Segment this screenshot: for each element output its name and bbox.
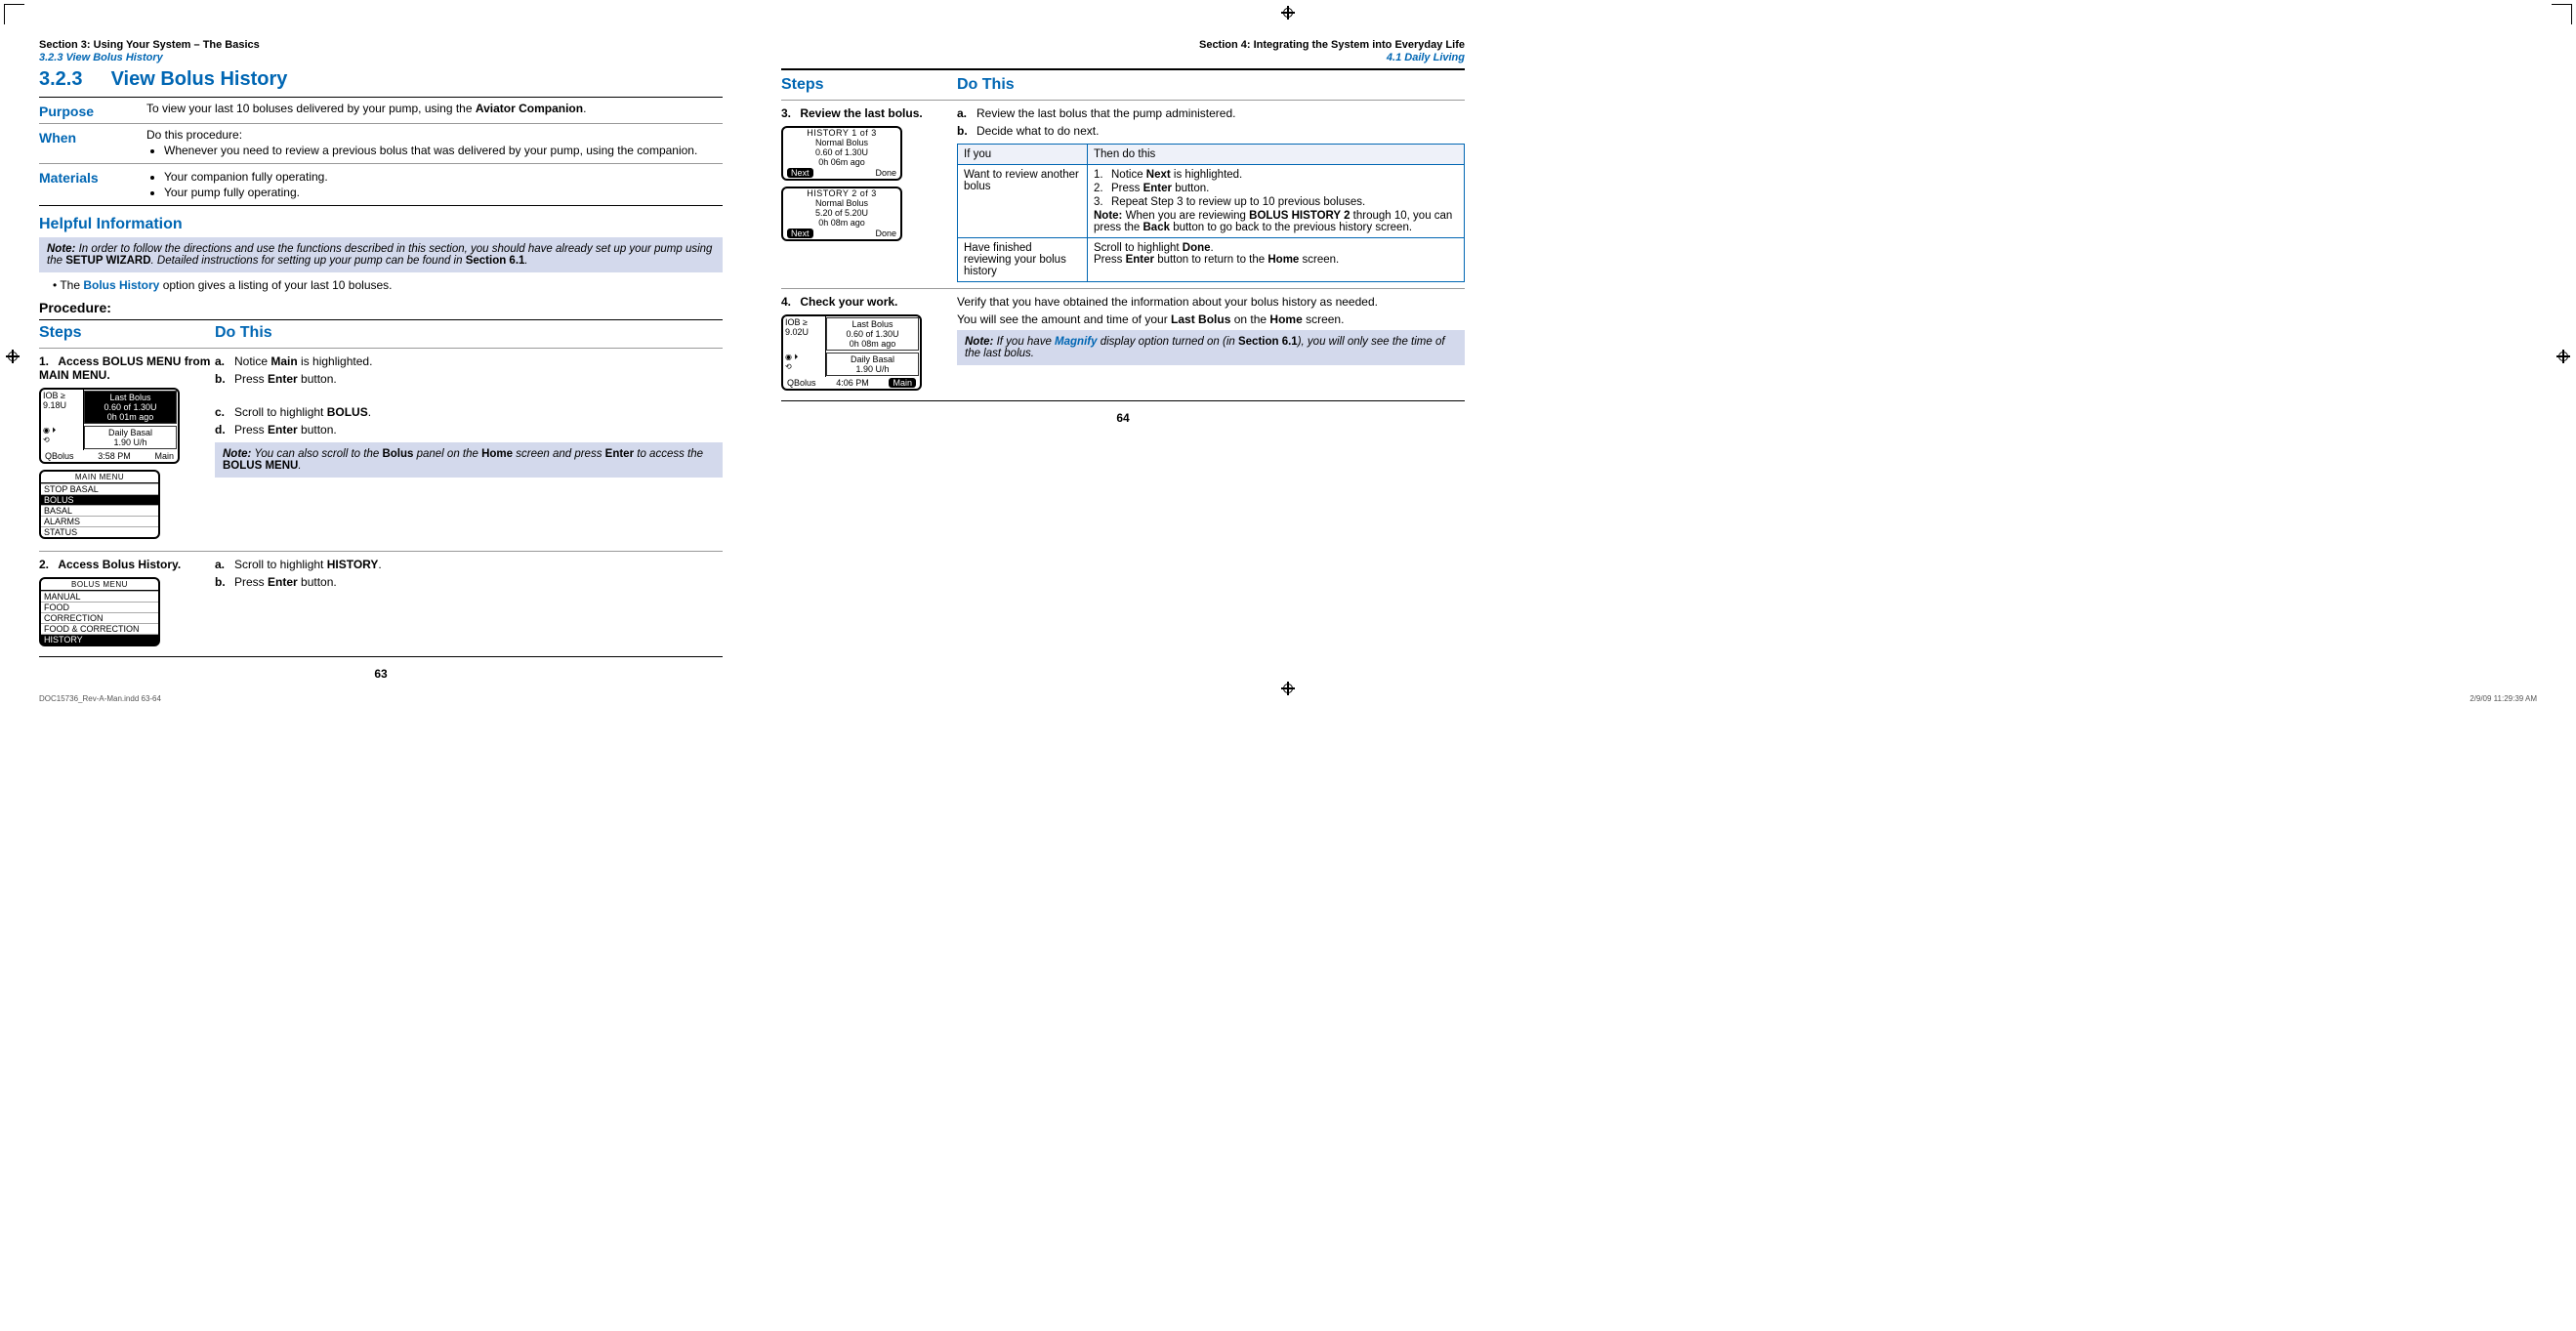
crop-mark-tr xyxy=(2552,4,2572,24)
section-number: 3.2.3 xyxy=(39,68,105,91)
step-1-title: Access BOLUS MENU from MAIN MENU. xyxy=(39,354,210,382)
history-2-screen-mock: HISTORY 2 of 3 Normal Bolus 5.20 of 5.20… xyxy=(781,187,902,241)
decision-table: If you Then do this Want to review anoth… xyxy=(957,144,1465,282)
footer-file: DOC15736_Rev-A-Man.indd 63-64 xyxy=(39,694,161,703)
decision-r2-c2: Scroll to highlight Done. Press Enter bu… xyxy=(1088,238,1465,282)
registration-mark-left xyxy=(6,350,20,363)
purpose-label: Purpose xyxy=(39,102,146,119)
setup-wizard-note: Note: In order to follow the directions … xyxy=(39,237,723,272)
home-screen-mock: IOB ≥ 9.18U Last Bolus 0.60 of 1.30U 0h … xyxy=(39,388,180,464)
decision-th-ifyou: If you xyxy=(958,145,1088,165)
registration-mark-bottom xyxy=(1281,682,1295,695)
home-screen-mock-2: IOB ≥ 9.02U Last Bolus 0.60 of 1.30U 0h … xyxy=(781,314,922,391)
page-number-left: 63 xyxy=(39,667,723,681)
decision-r1-c2: 1.Notice Next is highlighted. 2.Press En… xyxy=(1088,165,1465,238)
bolus-menu-screen-mock: BOLUS MENU MANUALFOODCORRECTIONFOOD & CO… xyxy=(39,577,160,646)
when-label: When xyxy=(39,128,146,159)
purpose-text: To view your last 10 boluses delivered b… xyxy=(146,102,723,119)
step-3-title: Review the last bolus. xyxy=(800,106,922,120)
running-head-subsection-r: 4.1 Daily Living xyxy=(781,52,1465,64)
step-1: 1. Access BOLUS MENU from MAIN MENU. IOB… xyxy=(39,348,723,545)
registration-mark-right xyxy=(2556,350,2570,363)
step-2: 2. Access Bolus History. BOLUS MENU MANU… xyxy=(39,551,723,652)
do-this-col-label: Do This xyxy=(215,324,723,342)
running-head-subsection: 3.2.3 View Bolus History xyxy=(39,52,723,64)
running-head-left: Section 3: Using Your System – The Basic… xyxy=(39,39,723,64)
step-2-title: Access Bolus History. xyxy=(58,558,181,571)
footer-stamp: 2/9/09 11:29:39 AM xyxy=(2470,694,2537,703)
running-head-section: Section 3: Using Your System – The Basic… xyxy=(39,39,723,52)
steps-header: Steps Do This xyxy=(39,324,723,342)
when-text: Do this procedure: Whenever you need to … xyxy=(146,128,723,159)
info-grid: Purpose To view your last 10 boluses del… xyxy=(39,102,723,201)
steps-col-label: Steps xyxy=(39,324,215,342)
running-head-section-r: Section 4: Integrating the System into E… xyxy=(781,39,1465,52)
helpful-information-heading: Helpful Information xyxy=(39,216,723,233)
section-title: 3.2.3 View Bolus History xyxy=(39,68,723,91)
page-number-right: 64 xyxy=(781,411,1465,425)
crop-mark-tl xyxy=(4,4,24,24)
bolus-menu-items: MANUALFOODCORRECTIONFOOD & CORRECTIONHIS… xyxy=(41,591,158,645)
materials-text: Your companion fully operating. Your pum… xyxy=(146,168,723,201)
step-3: 3. Review the last bolus. HISTORY 1 of 3… xyxy=(781,100,1465,282)
main-menu-screen-mock: MAIN MENU STOP BASALBOLUSBASALALARMSSTAT… xyxy=(39,470,160,539)
materials-label: Materials xyxy=(39,168,146,201)
decision-th-then: Then do this xyxy=(1088,145,1465,165)
decision-r1-c1: Want to review another bolus xyxy=(958,165,1088,238)
step-4: 4. Check your work. IOB ≥ 9.02U Last Bol… xyxy=(781,288,1465,396)
procedure-heading: Procedure: xyxy=(39,300,723,315)
section-title-text: View Bolus History xyxy=(111,68,288,90)
main-menu-items: STOP BASALBOLUSBASALALARMSSTATUS xyxy=(41,483,158,537)
steps-header-r: Steps Do This xyxy=(781,76,1465,94)
page-left: Section 3: Using Your System – The Basic… xyxy=(39,39,723,681)
page-right: Section 4: Integrating the System into E… xyxy=(781,39,1465,681)
step-4-note: Note: If you have Magnify display option… xyxy=(957,330,1465,365)
registration-mark-top xyxy=(1281,6,1295,20)
step-4-title: Check your work. xyxy=(800,295,897,309)
history-1-screen-mock: HISTORY 1 of 3 Normal Bolus 0.60 of 1.30… xyxy=(781,126,902,181)
step-1-note: Note: You can also scroll to the Bolus p… xyxy=(215,442,723,478)
do-this-col-label-r: Do This xyxy=(957,76,1465,94)
decision-r2-c1: Have finished reviewing your bolus histo… xyxy=(958,238,1088,282)
running-head-right: Section 4: Integrating the System into E… xyxy=(781,39,1465,64)
steps-col-label-r: Steps xyxy=(781,76,957,94)
bolus-history-bullet: • The Bolus History option gives a listi… xyxy=(53,278,723,292)
